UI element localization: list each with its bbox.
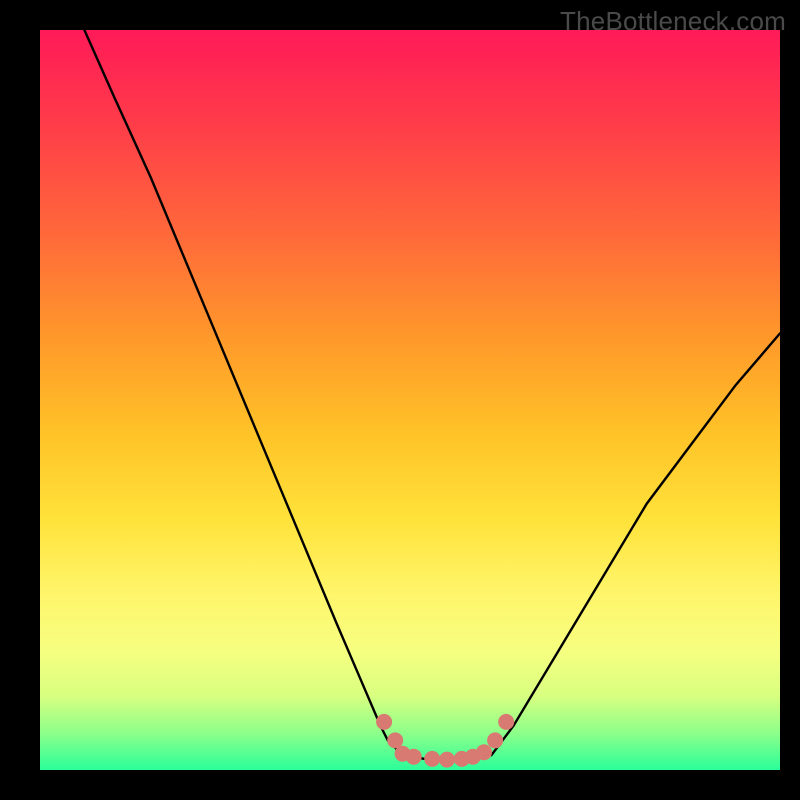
valley-marker [406,749,422,765]
valley-marker [424,751,440,767]
valley-marker [439,752,455,768]
valley-marker [376,714,392,730]
bottleneck-curve [84,30,780,760]
plot-area [40,30,780,770]
curve-svg [40,30,780,770]
valley-marker [487,732,503,748]
valley-marker [498,714,514,730]
valley-marker [476,744,492,760]
valley-markers [376,714,514,768]
chart-frame: TheBottleneck.com [0,0,800,800]
